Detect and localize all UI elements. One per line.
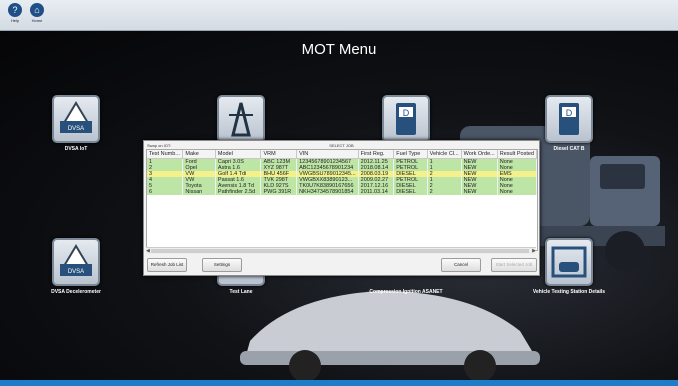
table-cell: DIESEL bbox=[393, 189, 428, 195]
column-header[interactable]: Vehicle Cl... bbox=[427, 150, 462, 159]
svg-text:DVSA: DVSA bbox=[68, 269, 84, 275]
jobs-table[interactable]: Test Numb... Make Model VRM VIN First Re… bbox=[146, 149, 538, 251]
table-cell: 2011.03.14 bbox=[358, 189, 395, 195]
home-label: Home bbox=[31, 18, 43, 23]
page-title: MOT Menu bbox=[301, 41, 377, 58]
horizontal-scrollbar[interactable]: ◀ ▶ bbox=[146, 247, 536, 254]
table-row[interactable]: 6 Nissan Pathfinder 2.5d PWG 391R NKH3473457… bbox=[147, 189, 537, 195]
column-header[interactable]: VRM bbox=[260, 150, 298, 159]
table-cell: Pathfinder 2.5d bbox=[215, 189, 262, 195]
diesel-pump-icon: D bbox=[382, 95, 430, 143]
tile-label: Vehicle Testing Station Details bbox=[532, 289, 606, 295]
tile-diesel[interactable]: D bbox=[351, 95, 461, 146]
table-cell: NKH34734578901854 bbox=[296, 189, 359, 195]
home-button[interactable]: ⌂ Home bbox=[28, 2, 46, 28]
cancel-button[interactable]: Cancel bbox=[441, 258, 481, 272]
column-header[interactable]: Model bbox=[215, 150, 262, 159]
svg-text:D: D bbox=[403, 108, 410, 118]
home-icon: ⌂ bbox=[30, 3, 44, 17]
tile-label: DVSA IoT bbox=[64, 146, 88, 152]
column-header[interactable]: Result Posted bbox=[497, 150, 537, 159]
help-label: Help bbox=[10, 18, 20, 23]
settings-button[interactable]: Settings bbox=[202, 258, 242, 272]
dialog-title: SELECT JOB bbox=[329, 143, 354, 148]
scroll-left-icon[interactable]: ◀ bbox=[146, 248, 150, 254]
toolbar: ? Help ⌂ Home bbox=[0, 0, 678, 31]
table-cell: NEW bbox=[461, 189, 498, 195]
svg-text:D: D bbox=[566, 108, 573, 118]
tile-label: DVSA Decelerometer bbox=[51, 289, 101, 295]
tile-dvsa-decelerometer[interactable]: DVSA DVSA Decelerometer bbox=[21, 238, 131, 295]
select-job-dialog: Swap on IOT: SELECT JOB Test Numb... Mak… bbox=[143, 140, 540, 276]
scroll-right-icon[interactable]: ▶ bbox=[532, 248, 536, 254]
tile-tower[interactable] bbox=[186, 95, 296, 146]
column-header[interactable]: Make bbox=[182, 150, 216, 159]
taskbar bbox=[0, 380, 678, 386]
table-cell: PWG 391R bbox=[260, 189, 298, 195]
table-header: Test Numb... Make Model VRM VIN First Re… bbox=[147, 150, 537, 159]
column-header[interactable]: VIN bbox=[296, 150, 359, 159]
help-icon: ? bbox=[8, 3, 22, 17]
svg-text:DVSA: DVSA bbox=[68, 126, 84, 132]
dvsa-warning-icon: DVSA bbox=[52, 238, 100, 286]
help-button[interactable]: ? Help bbox=[6, 2, 24, 28]
dvsa-warning-icon: DVSA bbox=[52, 95, 100, 143]
column-header[interactable]: Work Orde... bbox=[461, 150, 498, 159]
table-cell: Nissan bbox=[182, 189, 216, 195]
column-header[interactable]: Test Numb... bbox=[147, 150, 184, 159]
tile-label: Compression Ignition ASANET bbox=[369, 289, 443, 295]
refresh-job-list-button[interactable]: Refresh Job List bbox=[147, 258, 187, 272]
table-cell: None bbox=[497, 189, 537, 195]
diesel-pump-icon: D bbox=[545, 95, 593, 143]
tower-icon bbox=[217, 95, 265, 143]
column-header[interactable]: Fuel Type bbox=[393, 150, 428, 159]
column-header[interactable]: First Reg. bbox=[358, 150, 395, 159]
table-cell: 6 bbox=[147, 189, 184, 195]
tile-dvsa-iot[interactable]: DVSA DVSA IoT bbox=[21, 95, 131, 152]
garage-icon bbox=[545, 238, 593, 286]
scrollbar-thumb[interactable] bbox=[151, 249, 529, 253]
tile-label: Test Lane bbox=[229, 289, 253, 295]
dialog-titlebar: Swap on IOT: SELECT JOB bbox=[144, 141, 539, 149]
table-cell: 2 bbox=[427, 189, 462, 195]
start-selected-job-button[interactable]: Start Selected Job bbox=[491, 258, 537, 272]
